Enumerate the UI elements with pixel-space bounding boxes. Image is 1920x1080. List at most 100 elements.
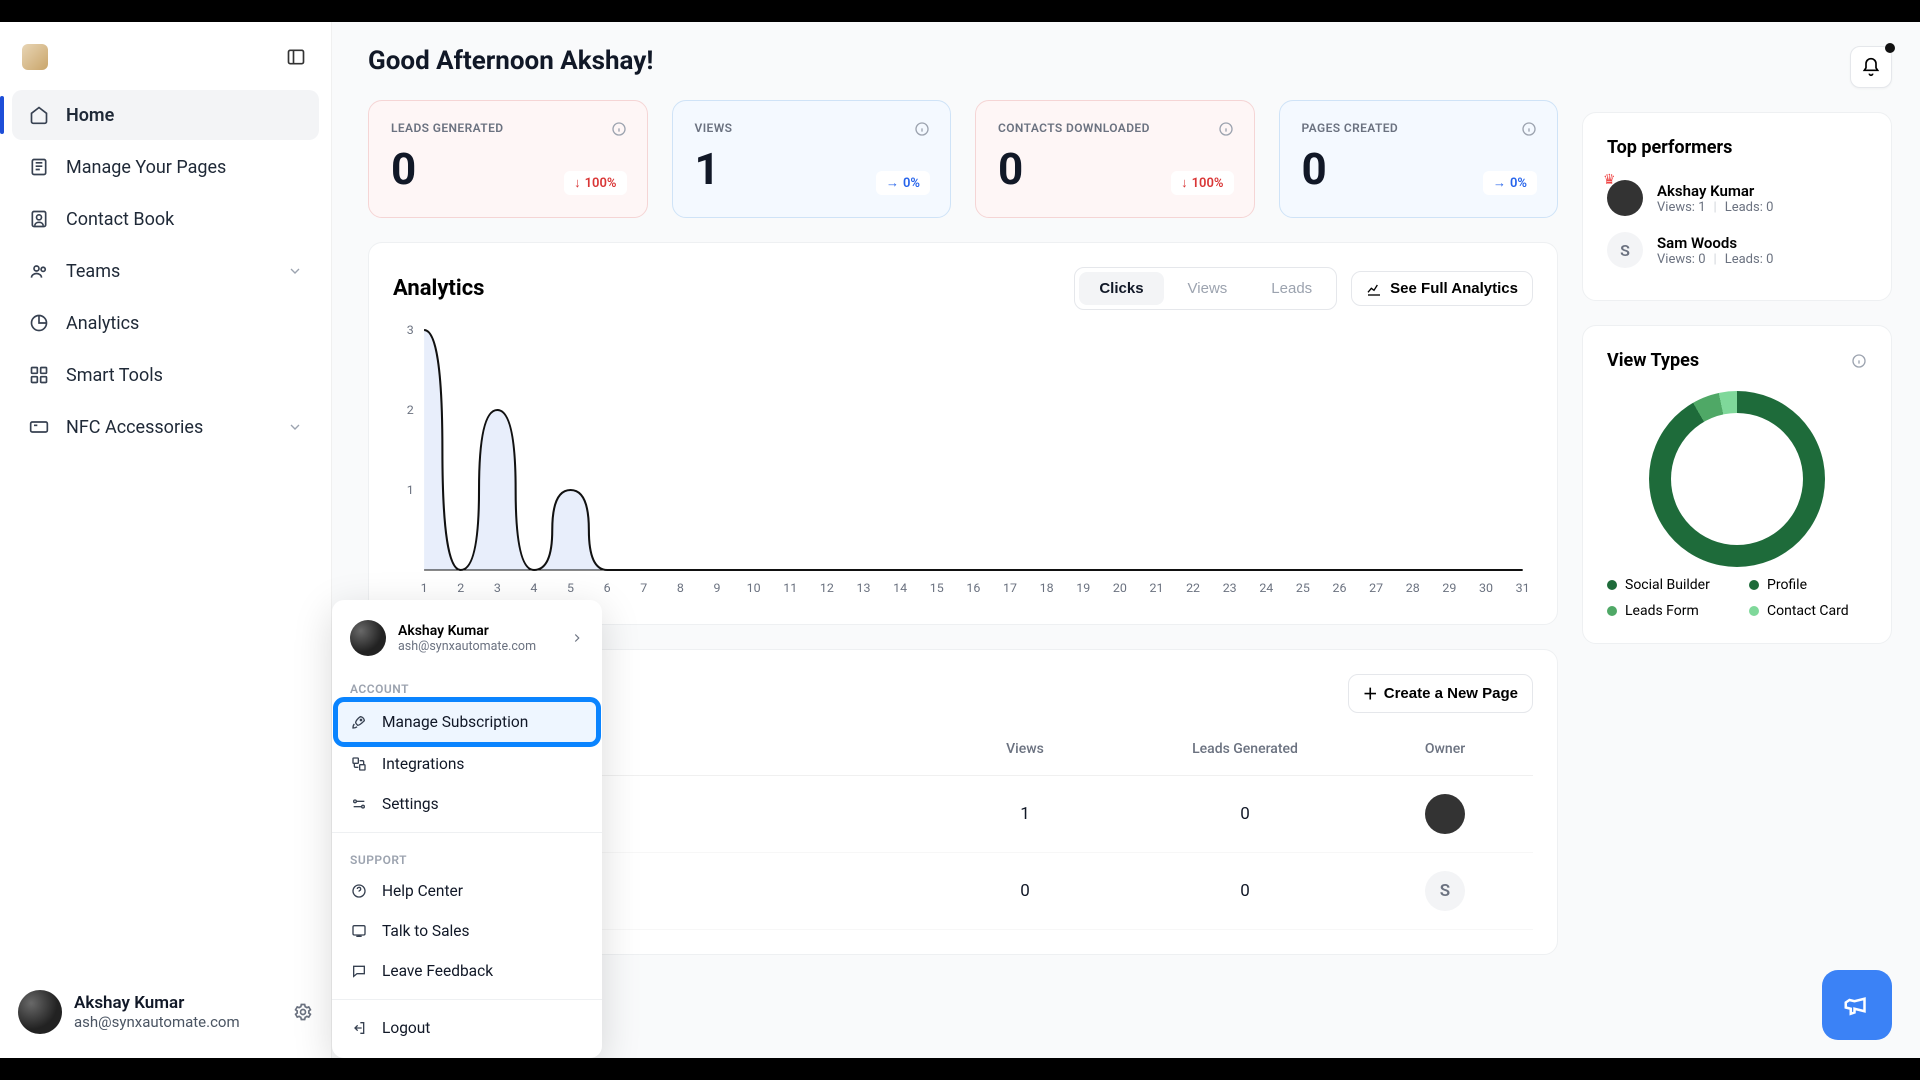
sidebar: Home Manage Your Pages Contact Book Team…: [0, 22, 332, 1058]
stat-delta: 0%: [903, 176, 920, 191]
menu-settings[interactable]: Settings: [332, 784, 602, 824]
svg-text:18: 18: [1040, 581, 1054, 595]
svg-text:5: 5: [567, 581, 574, 595]
col-views: Views: [925, 741, 1125, 757]
crown-icon: ♛: [1603, 172, 1616, 188]
info-icon[interactable]: [914, 121, 930, 137]
cell-views: 1: [925, 804, 1125, 824]
svg-text:24: 24: [1259, 581, 1273, 595]
tab-leads[interactable]: Leads: [1251, 272, 1332, 305]
menu-talk-to-sales[interactable]: Talk to Sales: [332, 911, 602, 951]
see-full-analytics-button[interactable]: See Full Analytics: [1351, 271, 1533, 306]
menu-label: Settings: [382, 795, 439, 813]
svg-text:8: 8: [677, 581, 684, 595]
svg-text:3: 3: [407, 323, 414, 337]
performer-name: Sam Woods: [1657, 234, 1773, 252]
help-icon: [350, 882, 368, 900]
menu-integrations[interactable]: Integrations: [332, 744, 602, 784]
sidebar-item-analytics[interactable]: Analytics: [12, 298, 319, 348]
sidebar-item-smart-tools[interactable]: Smart Tools: [12, 350, 319, 400]
notifications-button[interactable]: [1850, 46, 1892, 88]
feedback-fab[interactable]: [1822, 970, 1892, 1040]
cell-leads: 0: [1125, 804, 1365, 824]
performer-avatar: ♛: [1607, 180, 1643, 216]
svg-text:1: 1: [407, 483, 414, 497]
sidebar-item-label: Manage Your Pages: [66, 157, 303, 178]
user-name: Akshay Kumar: [74, 993, 240, 1013]
stat-views: VIEWS 1 →0%: [672, 100, 952, 218]
svg-text:21: 21: [1149, 581, 1163, 595]
stat-title: PAGES CREATED: [1302, 121, 1536, 135]
svg-text:14: 14: [893, 581, 907, 595]
svg-text:9: 9: [714, 581, 721, 595]
svg-text:31: 31: [1516, 581, 1530, 595]
cell-leads: 0: [1125, 881, 1365, 901]
info-icon[interactable]: [1218, 121, 1234, 137]
menu-label: Manage Subscription: [382, 713, 528, 731]
legend-dot: [1607, 580, 1617, 590]
svg-text:27: 27: [1369, 581, 1383, 595]
performer-row[interactable]: ♛ Akshay Kumar Views: 1 | Leads: 0: [1607, 172, 1867, 224]
arrow-right-icon: →: [1493, 175, 1506, 191]
legend-dot: [1749, 580, 1759, 590]
sidebar-item-home[interactable]: Home: [12, 90, 319, 140]
collapse-sidebar-button[interactable]: [283, 44, 309, 70]
integrations-icon: [350, 755, 368, 773]
performer-row[interactable]: S Sam Woods Views: 0 | Leads: 0: [1607, 224, 1867, 276]
top-performers-card: Top performers ♛ Akshay Kumar Views: 1 |…: [1582, 112, 1892, 301]
sidebar-item-contacts[interactable]: Contact Book: [12, 194, 319, 244]
info-icon[interactable]: [1851, 353, 1867, 369]
chart-icon: [1366, 281, 1382, 297]
user-email: ash@synxautomate.com: [74, 1013, 240, 1031]
sidebar-item-label: Analytics: [66, 313, 303, 334]
top-performers-title: Top performers: [1607, 137, 1867, 158]
menu-logout[interactable]: Logout: [332, 1008, 602, 1048]
svg-text:2: 2: [457, 581, 464, 595]
svg-text:25: 25: [1296, 581, 1310, 595]
legend-dot: [1749, 606, 1759, 616]
gear-icon[interactable]: [293, 1002, 313, 1022]
info-icon[interactable]: [1521, 121, 1537, 137]
svg-text:1: 1: [421, 581, 428, 595]
sidebar-item-nfc[interactable]: NFC Accessories: [12, 402, 319, 452]
svg-text:17: 17: [1003, 581, 1017, 595]
create-page-label: Create a New Page: [1384, 685, 1518, 702]
app-logo: [22, 44, 48, 70]
see-full-label: See Full Analytics: [1390, 280, 1518, 297]
create-page-button[interactable]: ＋ Create a New Page: [1348, 674, 1533, 713]
svg-text:11: 11: [783, 581, 797, 595]
tab-views[interactable]: Views: [1168, 272, 1248, 305]
sidebar-user[interactable]: Akshay Kumar ash@synxautomate.com: [12, 982, 319, 1042]
svg-text:28: 28: [1406, 581, 1420, 595]
analytics-tabs: Clicks Views Leads: [1074, 267, 1337, 310]
svg-text:4: 4: [530, 581, 537, 595]
rocket-icon: [350, 713, 368, 731]
info-icon[interactable]: [611, 121, 627, 137]
svg-text:16: 16: [966, 581, 980, 595]
popup-section-account: ACCOUNT: [332, 670, 602, 700]
legend-dot: [1607, 606, 1617, 616]
stat-leads: LEADS GENERATED 0 ↓100%: [368, 100, 648, 218]
svg-text:13: 13: [857, 581, 871, 595]
stat-title: LEADS GENERATED: [391, 121, 625, 135]
menu-leave-feedback[interactable]: Leave Feedback: [332, 951, 602, 991]
account-menu-profile[interactable]: Akshay Kumar ash@synxautomate.com: [332, 616, 602, 670]
bell-icon: [1861, 57, 1881, 77]
popup-user-email: ash@synxautomate.com: [398, 639, 558, 654]
tab-clicks[interactable]: Clicks: [1079, 272, 1163, 305]
menu-manage-subscription[interactable]: Manage Subscription: [338, 702, 596, 742]
sidebar-item-label: Contact Book: [66, 209, 303, 230]
arrow-right-icon: →: [886, 175, 899, 191]
svg-text:15: 15: [930, 581, 944, 595]
plus-icon: ＋: [1363, 683, 1378, 704]
sidebar-item-teams[interactable]: Teams: [12, 246, 319, 296]
tools-icon: [28, 364, 50, 386]
analytics-icon: [28, 312, 50, 334]
nfc-icon: [28, 416, 50, 438]
sidebar-item-pages[interactable]: Manage Your Pages: [12, 142, 319, 192]
sidebar-item-label: NFC Accessories: [66, 417, 271, 438]
chevron-right-icon: [570, 631, 584, 645]
logout-icon: [350, 1019, 368, 1037]
menu-help-center[interactable]: Help Center: [332, 871, 602, 911]
popup-section-support: SUPPORT: [332, 841, 602, 871]
